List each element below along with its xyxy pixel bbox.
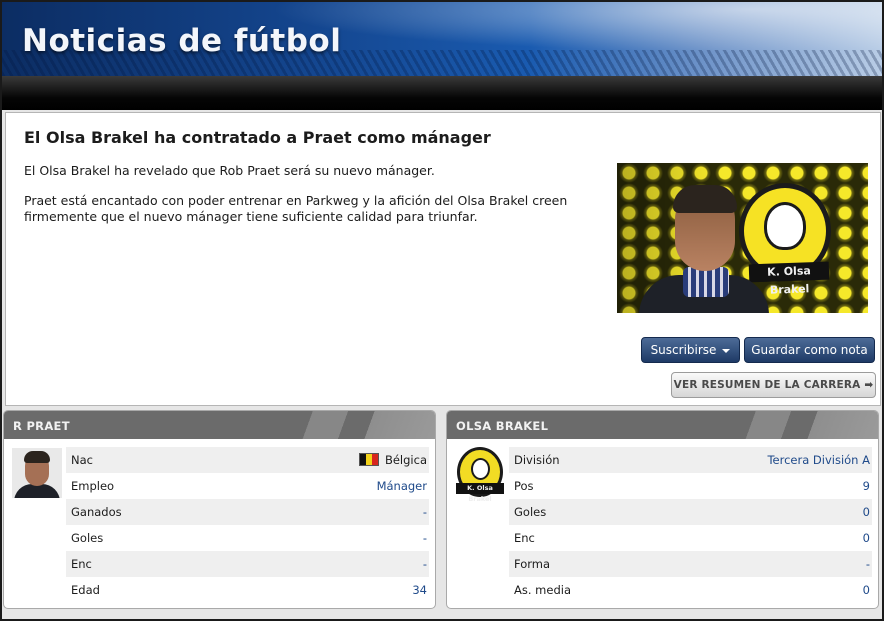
avatar-body-shape bbox=[14, 484, 60, 498]
nationality-value: Bélgica bbox=[384, 453, 427, 467]
news-article: El Olsa Brakel ha contratado a Praet com… bbox=[5, 112, 881, 406]
info-label: Goles bbox=[514, 505, 547, 519]
info-label: División bbox=[514, 453, 560, 467]
info-label: Ganados bbox=[71, 505, 122, 519]
info-row-nationality: Nac Bélgica bbox=[66, 447, 429, 473]
lion-icon bbox=[764, 202, 806, 250]
career-summary-button[interactable]: VER RESUMEN DE LA CARRERA ➡ bbox=[671, 372, 876, 398]
save-as-note-button[interactable]: Guardar como nota bbox=[744, 337, 875, 363]
header-banner: Noticias de fútbol bbox=[2, 2, 882, 76]
info-value: 34 bbox=[412, 583, 427, 597]
club-panel-title[interactable]: OLSA BRAKEL bbox=[456, 419, 548, 433]
info-value: 0 bbox=[862, 583, 870, 597]
info-row-age: Edad 34 bbox=[66, 577, 429, 603]
info-value[interactable]: Bélgica bbox=[358, 447, 427, 473]
person-panel: R PRAET Nac Bélgica Empleo Mánager Ganad… bbox=[3, 410, 436, 609]
club-panel: OLSA BRAKEL K. Olsa Brakel División Terc… bbox=[446, 410, 879, 609]
page-title: Noticias de fútbol bbox=[22, 23, 342, 59]
info-row-goals: Goles - bbox=[66, 525, 429, 551]
manager-photo: K. Olsa Brakel bbox=[617, 163, 868, 313]
news-window: Noticias de fútbol El Olsa Brakel ha con… bbox=[0, 0, 884, 621]
club-panel-header: OLSA BRAKEL bbox=[447, 411, 878, 439]
subscribe-button-label: Suscribirse bbox=[650, 343, 717, 357]
info-value: - bbox=[865, 557, 870, 571]
info-label: As. media bbox=[514, 583, 571, 597]
info-label: Nac bbox=[71, 453, 93, 467]
photo-crest-label: K. Olsa Brakel bbox=[748, 261, 830, 297]
info-label: Enc bbox=[514, 531, 535, 545]
lion-icon bbox=[471, 458, 490, 480]
info-label: Goles bbox=[71, 531, 104, 545]
person-panel-header: R PRAET bbox=[4, 411, 435, 439]
subscribe-button[interactable]: Suscribirse bbox=[641, 337, 740, 363]
info-row-goals: Goles 0 bbox=[509, 499, 872, 525]
info-value: - bbox=[422, 505, 427, 519]
avatar-hair-shape bbox=[24, 451, 50, 463]
info-row-position: Pos 9 bbox=[509, 473, 872, 499]
club-info-list: División Tercera División A Pos 9 Goles … bbox=[509, 447, 872, 603]
info-row-conceded: Enc 0 bbox=[509, 525, 872, 551]
avatar[interactable] bbox=[12, 448, 62, 498]
info-value: - bbox=[422, 557, 427, 571]
info-value: 0 bbox=[862, 505, 870, 519]
info-value: 9 bbox=[862, 479, 870, 493]
person-hair-shape bbox=[673, 185, 737, 213]
person-info-list: Nac Bélgica Empleo Mánager Ganados - Gol… bbox=[66, 447, 429, 603]
info-row-average-attendance: As. media 0 bbox=[509, 577, 872, 603]
info-row-division: División Tercera División A bbox=[509, 447, 872, 473]
info-label: Empleo bbox=[71, 479, 115, 493]
belgium-flag-icon bbox=[358, 453, 379, 466]
info-label: Edad bbox=[71, 583, 100, 597]
info-row-job: Empleo Mánager bbox=[66, 473, 429, 499]
info-label: Enc bbox=[71, 557, 92, 571]
person-scarf-shape bbox=[683, 267, 729, 297]
info-label: Forma bbox=[514, 557, 551, 571]
info-row-form: Forma - bbox=[509, 551, 872, 577]
header-toolbar-strip bbox=[2, 76, 882, 110]
person-panel-title[interactable]: R PRAET bbox=[13, 419, 70, 433]
chevron-down-icon bbox=[722, 348, 731, 353]
article-paragraph: El Olsa Brakel ha revelado que Rob Praet… bbox=[24, 163, 435, 178]
info-value: 0 bbox=[862, 531, 870, 545]
article-headline: El Olsa Brakel ha contratado a Praet com… bbox=[24, 128, 491, 147]
club-crest-label: K. Olsa Brakel bbox=[456, 483, 504, 503]
info-value[interactable]: Mánager bbox=[377, 473, 427, 499]
info-value: - bbox=[422, 531, 427, 545]
info-label: Pos bbox=[514, 479, 534, 493]
info-value[interactable]: Tercera División A bbox=[767, 447, 870, 473]
article-paragraph: Praet está encantado con poder entrenar … bbox=[24, 193, 568, 224]
info-row-won: Ganados - bbox=[66, 499, 429, 525]
info-row-conceded: Enc - bbox=[66, 551, 429, 577]
